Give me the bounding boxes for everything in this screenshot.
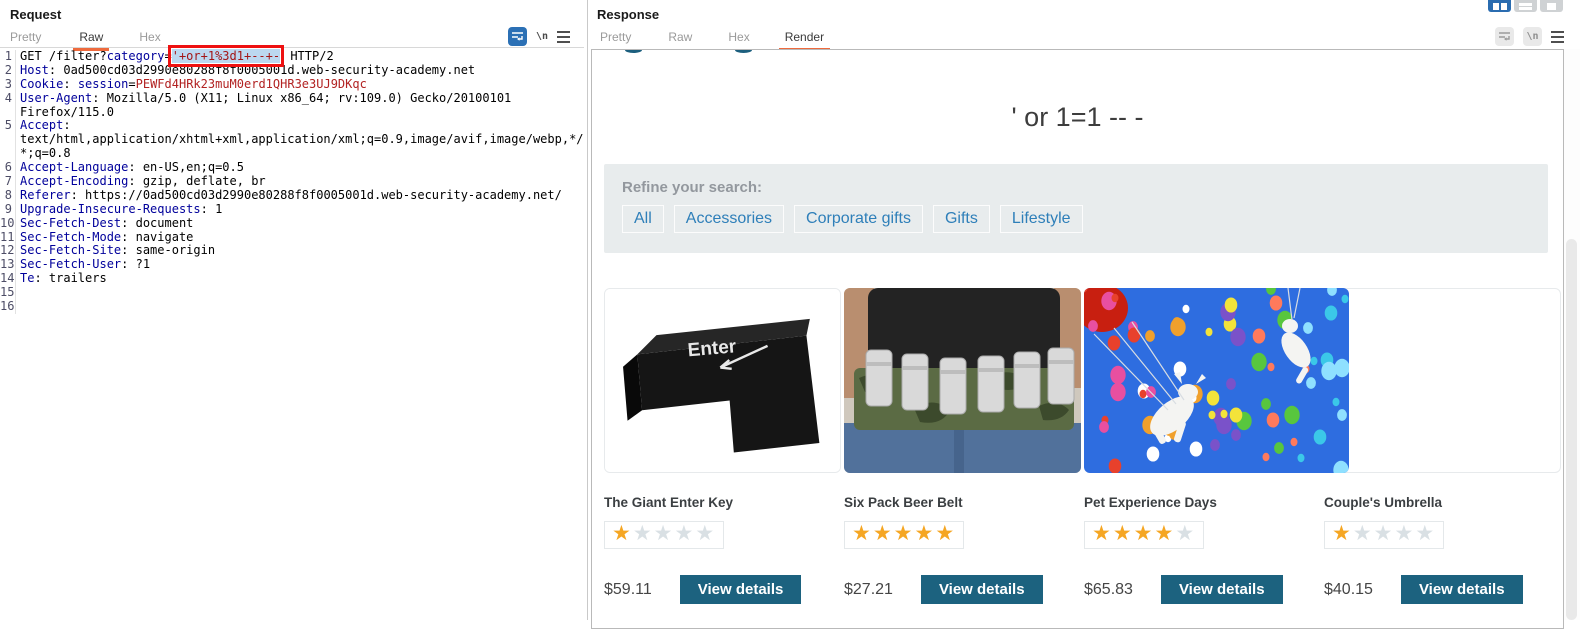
- code-line: 12Sec-Fetch-Site: same-origin: [0, 244, 584, 258]
- product-name: The Giant Enter Key: [604, 495, 841, 511]
- star-icon: ★: [654, 522, 675, 545]
- product-rating: ★★★★★: [1324, 521, 1444, 549]
- tab-response-hex[interactable]: Hex: [718, 26, 759, 51]
- scrollbar-thumb[interactable]: [1566, 239, 1577, 620]
- tab-response-pretty[interactable]: Pretty: [590, 26, 641, 51]
- request-panel: Request Pretty Raw Hex \n 1GET /filter?c…: [0, 0, 584, 620]
- code-line: 8Referer: https://0ad500cd03d2990e80288f…: [0, 189, 584, 203]
- menu-icon[interactable]: [557, 31, 570, 43]
- cut-off-header-element: [735, 49, 752, 53]
- star-icon: ★: [935, 522, 956, 545]
- star-icon: ★: [1175, 522, 1196, 545]
- star-icon: ★: [1332, 522, 1353, 545]
- view-details-button[interactable]: View details: [680, 575, 802, 604]
- response-render-view: ' or 1=1 -- - Refine your search: All Ac…: [591, 49, 1564, 629]
- code-line: 14Te: trailers: [0, 272, 584, 286]
- code-line: 16: [0, 300, 584, 314]
- refine-search-label: Refine your search:: [622, 179, 1530, 196]
- code-line: 3Cookie: session=PEWFd4HRk23muM0erd1QHR3…: [0, 78, 584, 92]
- star-icon: ★: [1374, 522, 1395, 545]
- code-line: 10Sec-Fetch-Dest: document: [0, 217, 584, 231]
- filter-all[interactable]: All: [622, 205, 664, 233]
- response-panel-title: Response: [597, 7, 659, 22]
- product-price: $65.83: [1084, 581, 1133, 599]
- product-name: Couple's Umbrella: [1324, 495, 1561, 511]
- code-line: 1GET /filter?category='+or+1%3d1+--+- HT…: [0, 50, 584, 64]
- product-name: Six Pack Beer Belt: [844, 495, 1081, 511]
- sqli-payload-highlight: '+or+1%3d1+--+-: [172, 49, 280, 63]
- request-raw-editor[interactable]: 1GET /filter?category='+or+1%3d1+--+- HT…: [0, 50, 584, 314]
- code-line: *;q=0.8: [0, 147, 584, 161]
- view-details-button[interactable]: View details: [1161, 575, 1283, 604]
- code-line: Firefox/115.0: [0, 106, 584, 120]
- star-icon: ★: [633, 522, 654, 545]
- product-card: Pet Experience Days ★★★★★ $65.83 View de…: [1084, 288, 1321, 604]
- star-icon: ★: [894, 522, 915, 545]
- star-icon: ★: [1394, 522, 1415, 545]
- filter-corporate-gifts[interactable]: Corporate gifts: [794, 205, 923, 233]
- search-term-heading: ' or 1=1 -- -: [592, 102, 1563, 133]
- code-line: 9Upgrade-Insecure-Requests: 1: [0, 203, 584, 217]
- star-icon: ★: [1113, 522, 1134, 545]
- star-icon: ★: [1415, 522, 1436, 545]
- tab-response-render[interactable]: Render: [775, 26, 834, 51]
- word-wrap-icon[interactable]: [508, 27, 527, 46]
- request-toolbar: \n: [508, 27, 570, 46]
- dogs-balloons-photo: [1084, 288, 1349, 473]
- code-line: 15: [0, 286, 584, 300]
- category-filters: All Accessories Corporate gifts Gifts Li…: [622, 205, 1530, 233]
- tab-response-raw[interactable]: Raw: [658, 26, 702, 51]
- product-price: $40.15: [1324, 581, 1373, 599]
- cut-off-header-element: [625, 49, 642, 53]
- star-icon: ★: [1154, 522, 1175, 545]
- filter-gifts[interactable]: Gifts: [933, 205, 990, 233]
- view-details-button[interactable]: View details: [921, 575, 1043, 604]
- menu-icon[interactable]: [1551, 31, 1564, 43]
- star-icon: ★: [612, 522, 633, 545]
- code-line: 13Sec-Fetch-User: ?1: [0, 258, 584, 272]
- product-rating: ★★★★★: [844, 521, 964, 549]
- product-name: Pet Experience Days: [1084, 495, 1321, 511]
- product-rating: ★★★★★: [604, 521, 724, 549]
- response-scrollbar[interactable]: [1564, 49, 1580, 620]
- star-icon: ★: [1092, 522, 1113, 545]
- code-line: 6Accept-Language: en-US,en;q=0.5: [0, 161, 584, 175]
- giant-enter-key-photo: Enter: [604, 288, 841, 473]
- code-line: 4User-Agent: Mozilla/5.0 (X11; Linux x86…: [0, 92, 584, 106]
- blank-photo: [1324, 288, 1561, 473]
- beer-belt-photo: [844, 288, 1081, 473]
- star-icon: ★: [852, 522, 873, 545]
- code-line: 7Accept-Encoding: gzip, deflate, br: [0, 175, 584, 189]
- star-icon: ★: [1134, 522, 1155, 545]
- star-icon: ★: [695, 522, 716, 545]
- view-details-button[interactable]: View details: [1401, 575, 1523, 604]
- star-icon: ★: [914, 522, 935, 545]
- filter-lifestyle[interactable]: Lifestyle: [1000, 205, 1083, 233]
- product-card: Enter The Giant Enter Key ★★★★★ $59.11 V…: [604, 288, 841, 604]
- refine-search-section: Refine your search: All Accessories Corp…: [604, 164, 1548, 253]
- product-rating: ★★★★★: [1084, 521, 1204, 549]
- product-card: Couple's Umbrella ★★★★★ $40.15 View deta…: [1324, 288, 1561, 604]
- request-panel-title: Request: [10, 7, 61, 22]
- star-icon: ★: [674, 522, 695, 545]
- code-line: text/html,application/xhtml+xml,applicat…: [0, 133, 584, 147]
- star-icon: ★: [1353, 522, 1374, 545]
- newline-toggle-icon[interactable]: \n: [1523, 27, 1542, 46]
- product-price: $27.21: [844, 581, 893, 599]
- filter-accessories[interactable]: Accessories: [674, 205, 784, 233]
- product-card: Six Pack Beer Belt ★★★★★ $27.21 View det…: [844, 288, 1081, 604]
- response-toolbar: \n: [1495, 27, 1564, 46]
- code-line: 2Host: 0ad500cd03d2990e80288f8f0005001d.…: [0, 64, 584, 78]
- newline-toggle-icon[interactable]: \n: [536, 31, 548, 42]
- star-icon: ★: [873, 522, 894, 545]
- code-line: 5Accept:: [0, 119, 584, 133]
- code-line: 11Sec-Fetch-Mode: navigate: [0, 231, 584, 245]
- word-wrap-icon[interactable]: [1495, 27, 1514, 46]
- product-price: $59.11: [604, 581, 652, 599]
- svg-text:Enter: Enter: [687, 336, 738, 361]
